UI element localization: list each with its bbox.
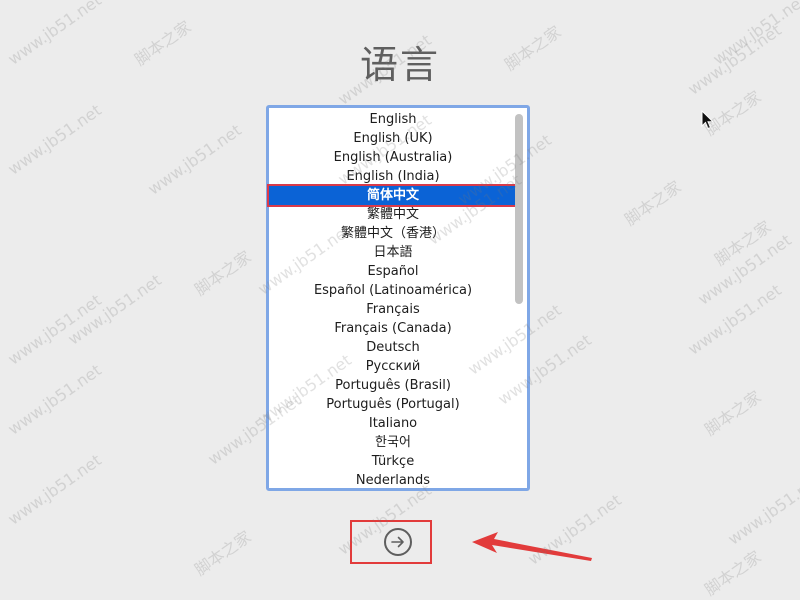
language-option[interactable]: Español (Latinoamérica) <box>269 281 517 300</box>
language-option[interactable]: Español <box>269 262 517 281</box>
watermark-text: 脚本之家 <box>701 547 765 600</box>
language-list-items: English English (UK) English (Australia) En… <box>267 110 519 490</box>
language-option-selected[interactable]: 简体中文 <box>267 184 519 207</box>
language-option[interactable]: English (UK) <box>269 129 517 148</box>
language-option[interactable]: Nederlands <box>269 471 517 490</box>
language-option[interactable]: Português (Portugal) <box>269 395 517 414</box>
language-list[interactable]: English English (UK) English (Australia) En… <box>266 105 530 491</box>
language-option[interactable]: 繁體中文 <box>269 205 517 224</box>
language-option[interactable]: English (Australia) <box>269 148 517 167</box>
watermark-text: 脚本之家 <box>711 217 775 270</box>
watermark-text: www.jb51.net <box>4 360 105 439</box>
language-option[interactable]: 日本語 <box>269 243 517 262</box>
watermark-text: 脚本之家 <box>191 527 255 580</box>
watermark-text: www.jb51.net <box>684 280 785 359</box>
language-option[interactable]: English <box>269 110 517 129</box>
continue-button[interactable] <box>384 528 412 556</box>
arrow-right-icon <box>391 536 404 548</box>
watermark-text: 脚本之家 <box>701 387 765 440</box>
language-option[interactable]: Türkçe <box>269 452 517 471</box>
language-option[interactable]: Português (Brasil) <box>269 376 517 395</box>
continue-highlight-box <box>350 520 432 564</box>
watermark-text: 脚本之家 <box>621 177 685 230</box>
watermark-text: www.jb51.net <box>144 120 245 199</box>
language-selection-screen: 语言 English English (UK) English (Australia… <box>0 0 800 600</box>
language-option[interactable]: Русский <box>269 357 517 376</box>
language-option[interactable]: Français (Canada) <box>269 319 517 338</box>
watermark-text: www.jb51.net <box>4 450 105 529</box>
scrollbar-thumb[interactable] <box>515 114 523 304</box>
language-option[interactable]: English (India) <box>269 167 517 186</box>
page-title: 语言 <box>359 43 440 87</box>
watermark-text: www.jb51.net <box>724 470 800 549</box>
watermark-text: www.jb51.net <box>4 290 105 369</box>
list-scrollbar[interactable] <box>515 114 523 484</box>
language-option[interactable]: Deutsch <box>269 338 517 357</box>
watermark-text: www.jb51.net <box>694 230 795 309</box>
mouse-pointer-icon <box>701 110 715 130</box>
language-option[interactable]: Français <box>269 300 517 319</box>
watermark-text: 脚本之家 <box>191 247 255 300</box>
red-arrow-annotation <box>472 532 592 561</box>
watermark-text: www.jb51.net <box>4 100 105 179</box>
language-option[interactable]: Italiano <box>269 414 517 433</box>
language-option[interactable]: 한국어 <box>269 433 517 452</box>
watermark-text: www.jb51.net <box>64 270 165 349</box>
language-option[interactable]: 繁體中文（香港） <box>269 224 517 243</box>
